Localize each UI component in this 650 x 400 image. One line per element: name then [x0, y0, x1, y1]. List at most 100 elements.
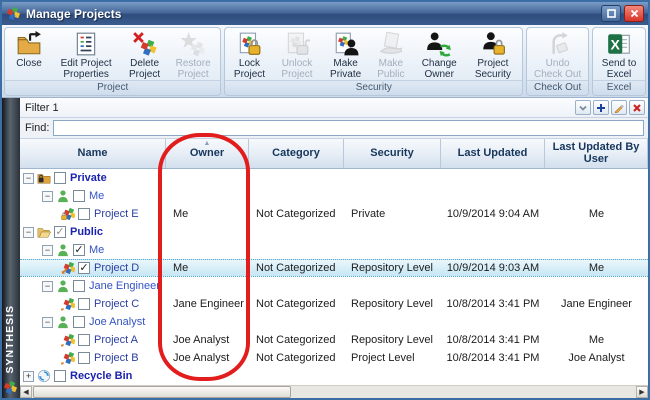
row-checkbox[interactable]	[78, 208, 90, 220]
scroll-right-icon[interactable]: ▶	[636, 386, 648, 398]
collapse-icon[interactable]: −	[42, 191, 53, 202]
find-input[interactable]	[53, 120, 644, 136]
column-header-last-updated-by-user[interactable]: Last Updated By User	[545, 139, 648, 168]
column-header-last-updated[interactable]: Last Updated	[441, 139, 545, 168]
table-row[interactable]: Project AJoe AnalystNot CategorizedRepos…	[20, 331, 648, 349]
cell-name: Project E	[20, 207, 166, 221]
row-checkbox[interactable]	[73, 190, 85, 202]
cell-last-updated-by: Jane Engineer	[545, 298, 648, 310]
make-private-icon	[333, 31, 359, 57]
cell-name: −Joe Analyst	[20, 315, 166, 329]
cell-last-updated-by: Me	[545, 334, 648, 346]
table-row[interactable]: +Recycle Bin	[20, 367, 648, 385]
cell-last-updated: 10/8/2014 3:41 PM	[441, 298, 545, 310]
scrollbar-track[interactable]	[292, 386, 636, 398]
collapse-icon[interactable]: −	[23, 227, 34, 238]
table-row[interactable]: − ✓ Public	[20, 223, 648, 241]
row-checkbox[interactable]	[78, 352, 90, 364]
ribbon-toolbar: CloseEdit Project PropertiesDelete Proje…	[2, 25, 648, 98]
column-header-security[interactable]: Security	[344, 139, 441, 168]
manage-projects-window: Manage Projects CloseEdit Project Proper…	[0, 0, 650, 400]
cell-owner: Me	[166, 262, 249, 274]
project-security-icon	[480, 31, 506, 57]
row-checkbox[interactable]	[54, 172, 66, 184]
send-to-excel-icon: X	[606, 31, 632, 57]
folder-lock-icon	[37, 171, 51, 185]
collapse-icon[interactable]: −	[23, 173, 34, 184]
collapse-icon[interactable]: −	[42, 245, 53, 256]
send-to-excel-button[interactable]: XSend to Excel	[595, 29, 643, 80]
filter-buttons	[573, 100, 645, 115]
table-row[interactable]: Project EMeNot CategorizedPrivate10/9/20…	[20, 205, 648, 223]
table-row[interactable]: −Jane Engineer	[20, 277, 648, 295]
cell-name: − ✓ Me	[20, 243, 166, 257]
ribbon-button-label: Send to Excel	[598, 58, 640, 80]
lock-project-button[interactable]: Lock Project	[227, 29, 271, 80]
delete-filter-button[interactable]	[629, 100, 645, 115]
ribbon-button-label: Restore Project	[171, 58, 216, 80]
make-public-icon	[378, 31, 404, 57]
table-header: Name ▲Owner Category Security Last Updat…	[20, 139, 648, 169]
filter-name: Filter 1	[25, 102, 573, 114]
sort-ascending-icon: ▲	[204, 140, 211, 147]
cell-name: +Recycle Bin	[20, 369, 166, 383]
make-private-button[interactable]: Make Private	[322, 29, 369, 80]
expand-icon[interactable]: +	[23, 371, 34, 382]
row-checkbox[interactable]	[73, 316, 85, 328]
add-filter-button[interactable]	[593, 100, 609, 115]
row-checkbox[interactable]: ✓	[54, 226, 66, 238]
filter-dropdown-button[interactable]	[575, 100, 591, 115]
cell-name: Project A	[20, 333, 166, 347]
horizontal-scrollbar[interactable]: ◀ ▶	[20, 385, 648, 398]
row-name: Me	[89, 244, 104, 256]
restore-project-button: Restore Project	[168, 29, 219, 80]
table-row[interactable]: −Me	[20, 187, 648, 205]
row-name: Project A	[94, 334, 138, 346]
restore-project-icon	[180, 31, 206, 57]
folder-open-icon	[37, 225, 51, 239]
close-icon	[630, 9, 639, 18]
cell-name: Project C	[20, 297, 166, 311]
table-row[interactable]: Project CJane EngineerNot CategorizedRep…	[20, 295, 648, 313]
table-row[interactable]: −Joe Analyst	[20, 313, 648, 331]
column-header-owner[interactable]: ▲Owner	[166, 139, 249, 168]
row-checkbox[interactable]	[73, 280, 85, 292]
delete-project-button[interactable]: Delete Project	[121, 29, 168, 80]
project-checkedout-icon	[61, 261, 75, 275]
row-name: Project D	[94, 262, 139, 274]
column-header-category[interactable]: Category	[249, 139, 344, 168]
change-owner-button[interactable]: Change Owner	[413, 29, 466, 80]
edit-filter-button[interactable]	[611, 100, 627, 115]
cell-last-updated-by: Joe Analyst	[545, 352, 648, 364]
brand-strip: SYNTHESIS	[2, 98, 20, 398]
row-name: Project B	[94, 352, 139, 364]
table-row[interactable]: − ✓ Me	[20, 241, 648, 259]
synthesis-logo-icon	[3, 380, 18, 395]
table-row[interactable]: Project BJoe AnalystNot CategorizedProje…	[20, 349, 648, 367]
row-checkbox[interactable]	[78, 334, 90, 346]
row-name: Public	[70, 226, 103, 238]
scroll-left-icon[interactable]: ◀	[20, 386, 32, 398]
row-checkbox[interactable]	[54, 370, 66, 382]
cell-owner: Jane Engineer	[166, 298, 249, 310]
ribbon-button-label: Lock Project	[230, 58, 268, 80]
row-checkbox[interactable]: ✓	[78, 262, 90, 274]
brand-text: SYNTHESIS	[4, 305, 16, 374]
close-button[interactable]	[624, 5, 644, 22]
collapse-icon[interactable]: −	[42, 317, 53, 328]
table-row[interactable]: ✓Project DMeNot CategorizedRepository Le…	[20, 259, 648, 277]
row-checkbox[interactable]	[78, 298, 90, 310]
edit-project-properties-button[interactable]: Edit Project Properties	[51, 29, 121, 80]
cell-name: ✓ Project D	[20, 261, 166, 275]
row-checkbox[interactable]: ✓	[73, 244, 85, 256]
close-button[interactable]: Close	[7, 29, 51, 80]
column-header-name[interactable]: Name	[20, 139, 166, 168]
project-security-button[interactable]: Project Security	[466, 29, 521, 80]
collapse-icon[interactable]: −	[42, 281, 53, 292]
person-icon	[56, 243, 70, 257]
scrollbar-thumb[interactable]	[33, 386, 291, 398]
maximize-button[interactable]	[601, 5, 621, 22]
ribbon-button-label: Make Public	[372, 58, 410, 80]
edit-filter-icon	[614, 103, 624, 113]
table-row[interactable]: −Private	[20, 169, 648, 187]
